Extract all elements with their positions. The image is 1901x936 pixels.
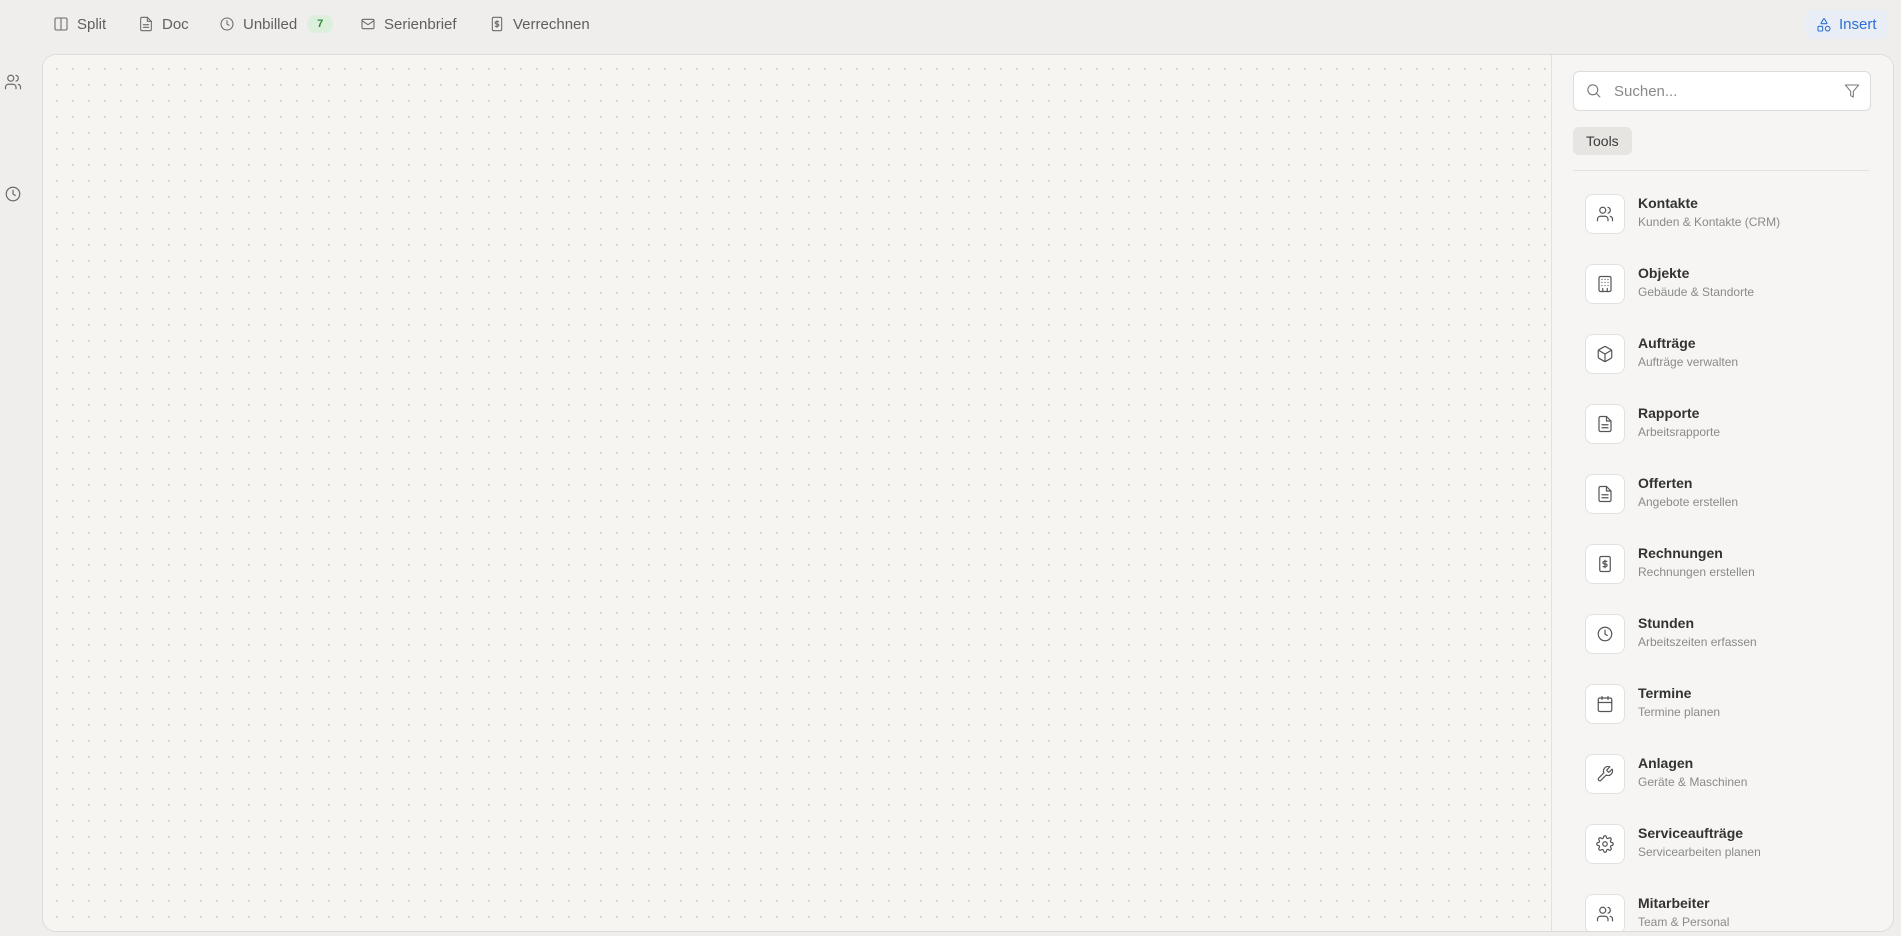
tool-subtitle: Gebäude & Standorte: [1638, 285, 1755, 299]
search-box: [1573, 71, 1871, 111]
tool-item-termine[interactable]: Termine Termine planen: [1573, 669, 1873, 739]
unbilled-button[interactable]: Unbilled 7: [219, 12, 334, 36]
search-input[interactable]: [1612, 72, 1836, 110]
tool-subtitle: Team & Personal: [1638, 915, 1730, 929]
clock-icon: [220, 17, 234, 31]
serienbrief-button[interactable]: Serienbrief: [360, 12, 457, 36]
tool-subtitle: Arbeitszeiten erfassen: [1638, 635, 1757, 649]
users-icon: [4, 74, 22, 90]
tool-item-mitarbeiter[interactable]: Mitarbeiter Team & Personal: [1573, 879, 1873, 931]
doc-label: Doc: [162, 15, 189, 33]
search-icon: [1585, 82, 1602, 99]
gear-icon: [1585, 824, 1625, 864]
insert-label: Insert: [1839, 16, 1877, 33]
filter-icon[interactable]: [1844, 83, 1860, 99]
users-icon: [1585, 194, 1625, 234]
tool-item-kontakte[interactable]: Kontakte Kunden & Kontakte (CRM): [1573, 179, 1873, 249]
split-columns-icon: [54, 17, 68, 31]
tool-title: Objekte: [1638, 265, 1690, 281]
tool-subtitle: Termine planen: [1638, 705, 1721, 719]
unbilled-label: Unbilled: [243, 15, 298, 33]
tool-item-objekte[interactable]: Objekte Gebäude & Standorte: [1573, 249, 1873, 319]
tool-title: Mitarbeiter: [1638, 895, 1710, 911]
tool-title: Stunden: [1638, 615, 1694, 631]
mail-icon: [361, 18, 375, 30]
tool-title: Offerten: [1638, 475, 1693, 491]
tool-subtitle: Rechnungen erstellen: [1638, 565, 1755, 579]
calendar-icon: [1585, 684, 1625, 724]
tool-item-stunden[interactable]: Stunden Arbeitszeiten erfassen: [1573, 599, 1873, 669]
tool-title: Anlagen: [1638, 755, 1694, 771]
tool-subtitle: Servicearbeiten planen: [1638, 845, 1761, 859]
tool-item-offerten[interactable]: Offerten Angebote erstellen: [1573, 459, 1873, 529]
rail-clock-button[interactable]: [4, 185, 22, 203]
tool-title: Kontakte: [1638, 195, 1698, 211]
tool-title: Aufträge: [1638, 335, 1696, 351]
document-icon: [140, 16, 152, 32]
tool-title: Termine: [1638, 685, 1692, 701]
tool-title: Rechnungen: [1638, 545, 1723, 561]
dotted-canvas[interactable]: [43, 55, 1551, 931]
tool-subtitle: Aufträge verwalten: [1638, 355, 1739, 369]
split-label: Split: [77, 15, 107, 33]
tool-list: Kontakte Kunden & Kontakte (CRM) Objekte…: [1573, 179, 1873, 931]
top-toolbar: Split Doc Unbilled 7 Serienbrief Verrech…: [0, 0, 1901, 50]
shapes-icon: [1817, 17, 1831, 32]
rail-users-button[interactable]: [4, 73, 22, 91]
tools-panel: Tools Kontakte Kunden & Kontakte (CRM) O…: [1551, 55, 1893, 931]
tool-item-anlagen[interactable]: Anlagen Geräte & Maschinen: [1573, 739, 1873, 809]
divider: [1573, 170, 1869, 171]
verrechnen-button[interactable]: Verrechnen: [489, 12, 590, 36]
clock-icon: [5, 186, 21, 202]
tab-tools[interactable]: Tools: [1573, 127, 1632, 155]
building-icon: [1585, 264, 1625, 304]
tool-subtitle: Arbeitsrapporte: [1638, 425, 1721, 439]
split-button[interactable]: Split: [53, 12, 106, 36]
doc-button[interactable]: Doc: [138, 12, 189, 36]
left-rail: [0, 50, 42, 936]
file-text-icon: [1585, 404, 1625, 444]
file-text-icon: [1585, 474, 1625, 514]
tool-item-rechnungen[interactable]: Rechnungen Rechnungen erstellen: [1573, 529, 1873, 599]
main-workspace: Tools Kontakte Kunden & Kontakte (CRM) O…: [42, 54, 1894, 932]
tool-title: Serviceaufträge: [1638, 825, 1744, 841]
package-icon: [1585, 334, 1625, 374]
tool-title: Rapporte: [1638, 405, 1700, 421]
serienbrief-label: Serienbrief: [384, 15, 457, 33]
tool-item-serviceauftraege[interactable]: Serviceaufträge Servicearbeiten planen: [1573, 809, 1873, 879]
users-icon: [1585, 894, 1625, 931]
verrechnen-label: Verrechnen: [513, 15, 590, 33]
invoice-icon: [1585, 544, 1625, 584]
insert-button[interactable]: Insert: [1806, 10, 1887, 39]
unbilled-count-badge: 7: [307, 15, 334, 33]
tool-subtitle: Kunden & Kontakte (CRM): [1638, 215, 1781, 229]
dollar-file-icon: [491, 16, 503, 32]
clock-icon: [1585, 614, 1625, 654]
tool-subtitle: Geräte & Maschinen: [1638, 775, 1748, 789]
tool-item-rapporte[interactable]: Rapporte Arbeitsrapporte: [1573, 389, 1873, 459]
wrench-icon: [1585, 754, 1625, 794]
tool-item-auftraege[interactable]: Aufträge Aufträge verwalten: [1573, 319, 1873, 389]
tool-subtitle: Angebote erstellen: [1638, 495, 1739, 509]
